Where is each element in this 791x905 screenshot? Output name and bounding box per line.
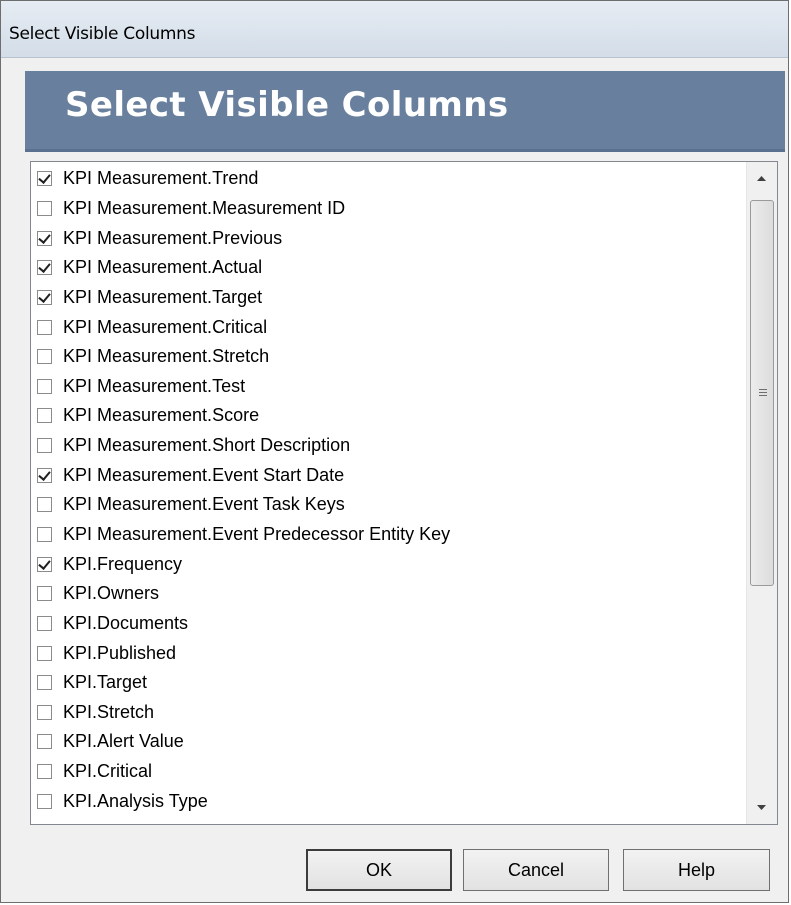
cancel-button[interactable]: Cancel	[463, 849, 609, 891]
checkbox-unchecked[interactable]	[37, 615, 52, 631]
column-list-item[interactable]: KPI Measurement.Critical	[31, 312, 746, 342]
column-list-item[interactable]: KPI Measurement.Actual	[31, 253, 746, 283]
column-label: KPI Measurement.Trend	[63, 168, 259, 189]
column-list-item[interactable]: KPI.Analysis Type	[31, 786, 746, 816]
checkbox-checked[interactable]	[37, 260, 52, 276]
scroll-thumb-grip-icon	[759, 389, 767, 398]
checkbox-unchecked[interactable]	[37, 764, 52, 780]
column-list-item[interactable]: KPI Measurement.Test	[31, 371, 746, 401]
scroll-up-arrow-icon	[757, 176, 766, 181]
column-label: KPI.Target	[63, 672, 148, 693]
checkbox-unchecked[interactable]	[37, 793, 52, 809]
checkbox-checked[interactable]	[37, 289, 52, 305]
checkbox-unchecked[interactable]	[37, 645, 52, 661]
column-label: KPI Measurement.Critical	[63, 316, 268, 337]
column-label: KPI.Published	[63, 642, 177, 663]
column-label: KPI.Owners	[63, 583, 160, 604]
column-list-item[interactable]: KPI Measurement.Trend	[31, 164, 746, 194]
checkbox-unchecked[interactable]	[37, 319, 52, 335]
scroll-thumb[interactable]	[750, 200, 774, 586]
checkbox-unchecked[interactable]	[37, 497, 52, 513]
column-list-item[interactable]: KPI Measurement.Stretch	[31, 342, 746, 372]
column-label: KPI Measurement.Event Predecessor Entity…	[63, 524, 451, 544]
column-list-item[interactable]: KPI Measurement.Previous	[31, 223, 746, 253]
column-list-item[interactable]: KPI Measurement.Event Start Date	[31, 460, 746, 490]
column-label: KPI Measurement.Measurement ID	[63, 197, 346, 218]
dialog-window: Select Visible Columns Select Visible Co…	[0, 0, 789, 903]
window-title: Select Visible Columns	[9, 24, 196, 44]
column-list-item[interactable]: KPI Measurement.Score	[31, 401, 746, 431]
checkbox-unchecked[interactable]	[37, 586, 52, 602]
page-title: Select Visible Columns	[65, 85, 509, 125]
checkbox-unchecked[interactable]	[37, 349, 52, 365]
column-list-item[interactable]: KPI Measurement.Event Task Keys	[31, 490, 746, 520]
checkbox-unchecked[interactable]	[37, 675, 52, 691]
checkbox-unchecked[interactable]	[37, 438, 52, 454]
column-list: KPI Measurement.Trend KPI Measurement.Mea…	[31, 164, 746, 816]
column-list-item[interactable]: KPI Measurement.Target	[31, 283, 746, 313]
checkbox-checked[interactable]	[37, 171, 52, 187]
column-list-item[interactable]: KPI.Frequency	[31, 549, 746, 579]
column-label: KPI.Stretch	[63, 701, 155, 722]
checkbox-checked[interactable]	[37, 467, 52, 483]
column-label: KPI Measurement.Target	[63, 286, 263, 307]
checkbox-unchecked[interactable]	[37, 704, 52, 720]
column-label: KPI Measurement.Previous	[63, 227, 283, 248]
column-list-item[interactable]: KPI.Stretch	[31, 698, 746, 728]
scroll-up-button[interactable]	[747, 162, 777, 198]
column-label: KPI.Documents	[63, 612, 189, 633]
ok-button[interactable]: OK	[306, 849, 452, 891]
column-label: KPI Measurement.Stretch	[63, 346, 270, 367]
checkbox-unchecked[interactable]	[37, 200, 52, 216]
column-label: KPI.Critical	[63, 761, 153, 782]
checkbox-checked[interactable]	[37, 556, 52, 572]
column-list-item[interactable]: KPI.Alert Value	[31, 727, 746, 757]
checkbox-checked[interactable]	[37, 230, 52, 246]
column-label: KPI.Analysis Type	[63, 790, 208, 811]
checkbox-unchecked[interactable]	[37, 734, 52, 750]
column-label: KPI Measurement.Score	[63, 405, 260, 426]
vertical-scrollbar[interactable]	[746, 162, 777, 824]
column-list-item[interactable]: KPI.Documents	[31, 609, 746, 639]
header-banner: Select Visible Columns	[25, 71, 785, 152]
column-label: KPI Measurement.Event Task Keys	[63, 494, 345, 515]
column-list-item[interactable]: KPI.Critical	[31, 757, 746, 787]
column-list-item[interactable]: KPI Measurement.Short Description	[31, 431, 746, 461]
column-list-item[interactable]: KPI.Owners	[31, 579, 746, 609]
help-button[interactable]: Help	[623, 849, 770, 891]
column-label: KPI Measurement.Event Start Date	[63, 464, 345, 485]
checkbox-unchecked[interactable]	[37, 378, 52, 394]
column-list-item[interactable]: KPI Measurement.Measurement ID	[31, 194, 746, 224]
column-label: KPI Measurement.Short Description	[63, 435, 351, 456]
column-list-item[interactable]: KPI.Target	[31, 668, 746, 698]
column-list-item[interactable]: KPI.Published	[31, 638, 746, 668]
scroll-down-arrow-icon	[757, 805, 766, 810]
columns-listbox[interactable]: KPI Measurement.Trend KPI Measurement.Mea…	[30, 161, 778, 825]
column-list-item[interactable]: KPI Measurement.Event Predecessor Entity…	[31, 520, 746, 550]
column-label: KPI Measurement.Actual	[63, 257, 263, 278]
checkbox-unchecked[interactable]	[37, 527, 52, 542]
checkbox-unchecked[interactable]	[37, 408, 52, 424]
scroll-down-button[interactable]	[747, 788, 777, 824]
column-label: KPI.Frequency	[63, 553, 183, 574]
column-label: KPI Measurement.Test	[63, 375, 246, 396]
title-bar[interactable]: Select Visible Columns	[1, 1, 788, 58]
column-label: KPI.Alert Value	[63, 731, 184, 752]
